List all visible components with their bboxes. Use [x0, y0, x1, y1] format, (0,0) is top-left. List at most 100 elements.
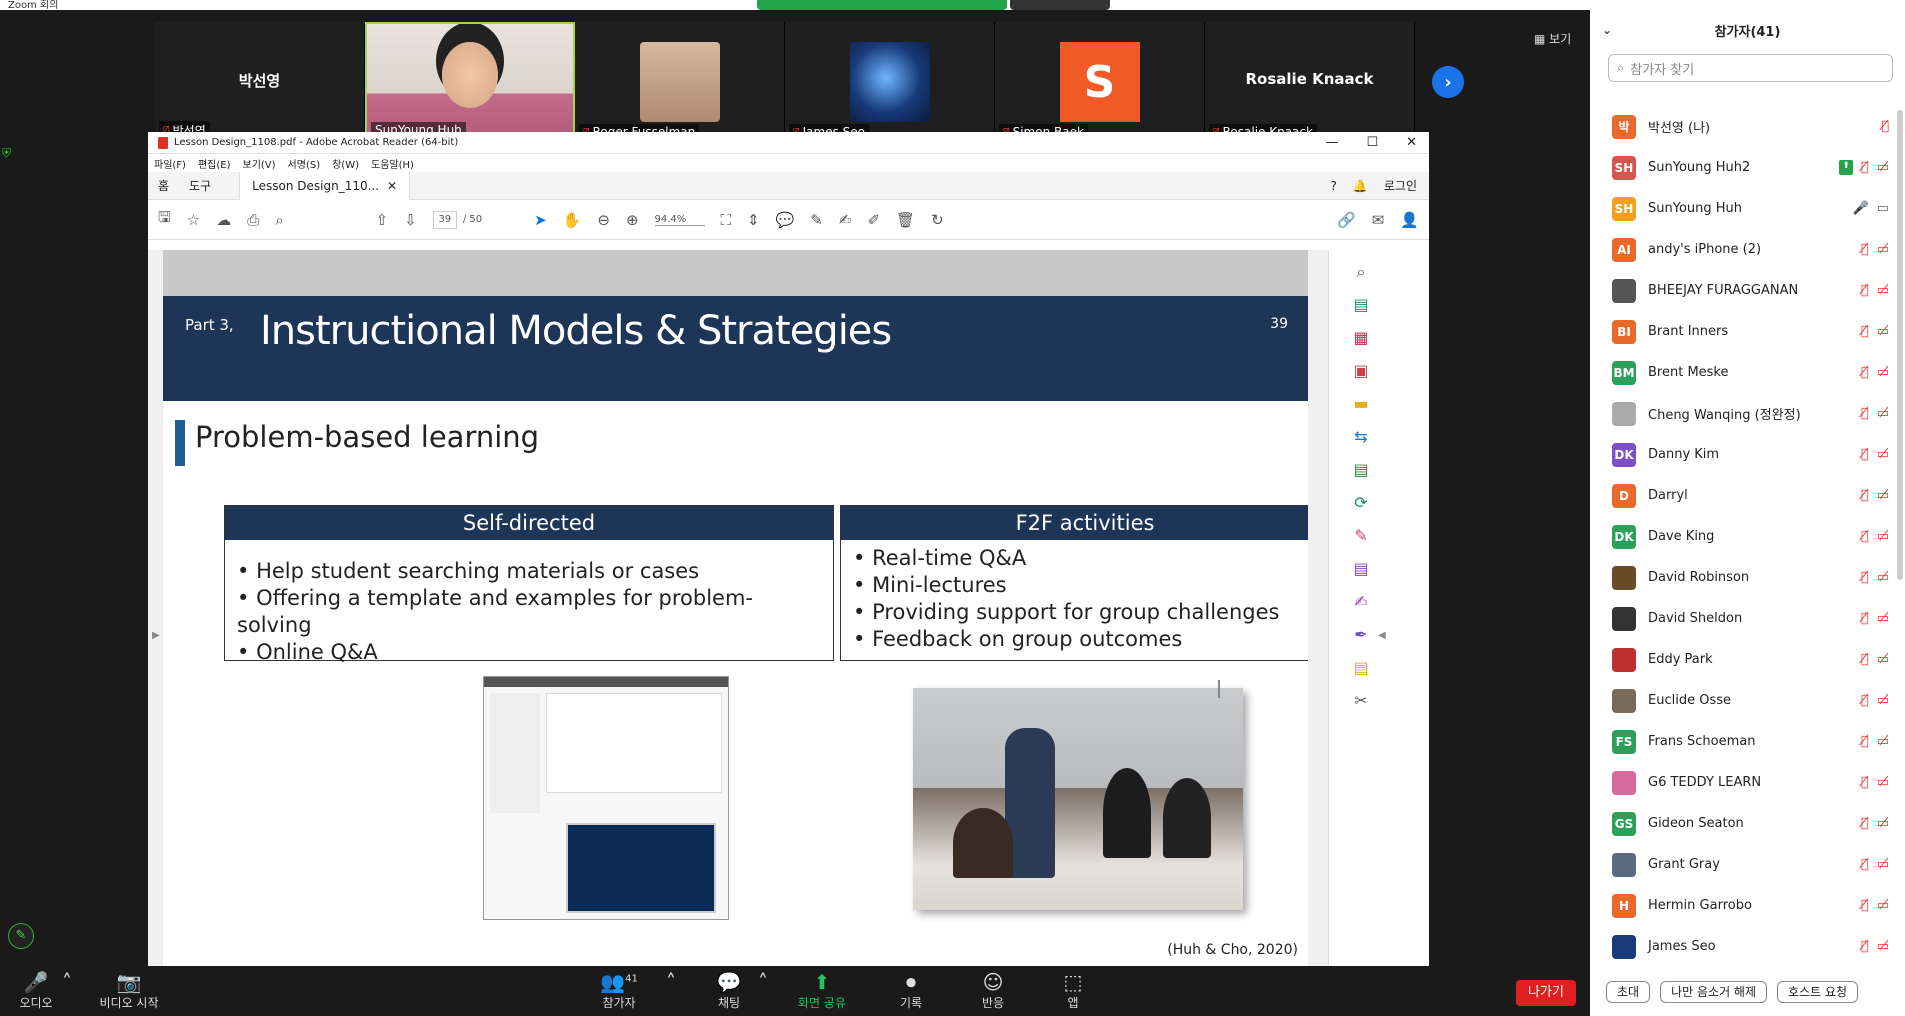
audio-button[interactable]: 🎤 오디오 [16, 970, 56, 1011]
minimize-icon[interactable]: — [1325, 135, 1338, 150]
video-tile[interactable]: Rosalie Knaack🎙̸Rosalie Knaack [1205, 22, 1415, 142]
comment-icon[interactable]: ▬ [1351, 394, 1371, 414]
notification-bell-icon[interactable]: 🔔 [1353, 179, 1368, 193]
menu-item[interactable]: 보기(V) [243, 156, 276, 171]
comment-icon[interactable]: 💬 [776, 211, 795, 229]
fill-sign-icon[interactable]: ✎ [1351, 526, 1371, 546]
collapse-left-icon[interactable]: ▶ [152, 630, 160, 641]
protect-icon[interactable]: ▤ [1351, 559, 1371, 579]
host-request-button[interactable]: 호스트 요청 [1777, 981, 1859, 1003]
encryption-shield-icon[interactable]: ⛨ [2, 146, 16, 160]
participants-button[interactable]: 👥41 참가자 [596, 970, 642, 1011]
view-button[interactable]: ▦ 보기 [1534, 30, 1571, 47]
zoom-in-icon[interactable]: ⊕ [626, 211, 639, 229]
participant-row[interactable]: 박 박선영 (나) 🎙̸ [1590, 106, 1905, 147]
participant-list-scrollbar[interactable] [1897, 110, 1903, 580]
chevron-down-icon[interactable]: ⌄ [1602, 23, 1612, 37]
menu-item[interactable]: 도움말(H) [371, 156, 414, 171]
menu-item[interactable]: 편집(E) [198, 156, 231, 171]
collapse-right-icon[interactable]: ◀ [1378, 630, 1386, 641]
tab-close-icon[interactable]: ✕ [387, 179, 397, 193]
organize-pages-icon[interactable]: ▦ [1351, 328, 1371, 348]
login-button[interactable]: 로그인 [1384, 177, 1417, 194]
participant-row[interactable]: Euclide Osse 🎙̸ ▭̸ [1590, 680, 1905, 721]
sign-icon[interactable]: ✍ [839, 211, 852, 229]
participant-row[interactable]: FS Frans Schoeman 🎙̸ ▭̸ [1590, 721, 1905, 762]
participant-row[interactable]: Eddy Park 🎙̸ ▭̸ [1590, 639, 1905, 680]
video-tile[interactable]: 🎙̸Roger Fusselman [575, 22, 785, 142]
zoom-level-select[interactable]: 94.4% [654, 214, 705, 226]
video-tile[interactable]: SunYoung Huh [365, 22, 575, 142]
participant-row[interactable]: SH SunYoung Huh 🎤 ▭ [1590, 188, 1905, 229]
next-page-button[interactable]: › [1432, 66, 1464, 98]
account-icon[interactable]: 👤 [1400, 211, 1419, 229]
reactions-button[interactable]: ☺ 반응 [978, 970, 1008, 1011]
convert-icon[interactable]: ⇆ [1351, 427, 1371, 447]
fit-page-icon[interactable]: ⛶ [721, 211, 732, 229]
chat-options-caret[interactable]: ˄ [756, 970, 770, 994]
send-review-icon[interactable]: ✒ [1351, 625, 1371, 645]
participant-row[interactable]: DK Dave King 🎙̸ ▭̸ [1590, 516, 1905, 557]
invite-button[interactable]: 초대 [1606, 981, 1651, 1003]
help-icon[interactable]: ? [1331, 179, 1337, 193]
video-tile[interactable]: 🎙̸James Seo [785, 22, 995, 142]
apps-button[interactable]: ⬚ 앱 [1058, 970, 1088, 1011]
share-screen-button[interactable]: ⬆ 화면 공유 [792, 970, 852, 1011]
scan-icon[interactable]: ▤ [1351, 460, 1371, 480]
maximize-icon[interactable]: ☐ [1366, 135, 1378, 150]
start-video-button[interactable]: 📷 비디오 시작 [94, 970, 164, 1011]
video-tile[interactable]: S🎙̸Simon Baek [995, 22, 1205, 142]
link-icon[interactable]: 🔗 [1337, 211, 1356, 229]
zoom-search-icon[interactable]: ⌕ [1351, 262, 1371, 282]
page-down-icon[interactable]: ⇩ [404, 211, 417, 229]
participant-row[interactable]: Cheng Wanqing (정완정) 🎙̸ ▭̸ [1590, 393, 1905, 434]
unmute-me-button[interactable]: 나만 음소거 해제 [1660, 981, 1768, 1003]
menu-item[interactable]: 창(W) [332, 156, 359, 171]
close-icon[interactable]: ✕ [1406, 135, 1417, 150]
request-sign-icon[interactable]: ✍ [1351, 592, 1371, 612]
audio-options-caret[interactable]: ˄ [60, 970, 74, 994]
participant-row[interactable]: DK Danny Kim 🎙̸ ▭̸ [1590, 434, 1905, 475]
create-pdf-icon[interactable]: ▣ [1351, 361, 1371, 381]
participant-search-input[interactable]: ⌕ 참가자 찾기 [1608, 54, 1893, 82]
cloud-upload-icon[interactable]: ☁ [216, 211, 231, 229]
leave-button[interactable]: 나가기 [1516, 980, 1576, 1006]
tab-document[interactable]: Lesson Design_110... ✕ [239, 171, 411, 200]
participant-row[interactable]: H Hermin Garrobo 🎙̸ ▭̸ [1590, 885, 1905, 926]
participant-row[interactable]: GS Gideon Seaton 🎙̸ ▭̸ [1590, 803, 1905, 844]
participant-row[interactable]: James Seo 🎙̸ ▭̸ [1590, 926, 1905, 967]
save-icon[interactable]: 🖫 [158, 207, 171, 232]
stamp-icon[interactable]: ▤ [1351, 658, 1371, 678]
tab-home[interactable]: 홈 [148, 177, 179, 194]
star-icon[interactable]: ☆ [187, 211, 200, 229]
participant-row[interactable]: BM Brent Meske 🎙̸ ▭̸ [1590, 352, 1905, 393]
participant-row[interactable]: David Robinson 🎙̸ ▭̸ [1590, 557, 1905, 598]
rotate-icon[interactable]: ↻ [931, 211, 944, 229]
select-arrow-icon[interactable]: ➤ [534, 211, 547, 229]
scroll-mode-icon[interactable]: ⇕ [747, 211, 760, 229]
participant-row[interactable]: Grant Gray 🎙̸ ▭̸ [1590, 844, 1905, 885]
edit-pdf-icon[interactable]: ⟳ [1351, 493, 1371, 513]
annotate-pencil-icon[interactable]: ✎ [8, 923, 34, 949]
delete-icon[interactable]: 🗑 [896, 211, 915, 229]
page-number-input[interactable]: 39 [432, 210, 457, 229]
highlight-pen-icon[interactable]: ✎ [810, 211, 823, 229]
participant-row[interactable]: G6 TEDDY LEARN 🎙̸ ▭̸ [1590, 762, 1905, 803]
menu-item[interactable]: 파일(F) [154, 156, 186, 171]
participant-row[interactable]: D Darryl 🎙̸ ▭̸ [1590, 475, 1905, 516]
participant-row[interactable]: AI andy's iPhone (2) 🎙̸ ▭̸ [1590, 229, 1905, 270]
participants-options-caret[interactable]: ˄ [664, 970, 678, 994]
video-tile[interactable]: 박선영 🎙̸ 박선영 [155, 22, 365, 142]
more-tools-icon[interactable]: ✂ [1351, 691, 1371, 711]
document-scroll-handle[interactable] [1218, 680, 1220, 698]
record-button[interactable]: ⏺ 기록 [896, 970, 926, 1011]
menu-item[interactable]: 서명(S) [288, 156, 321, 171]
search-icon[interactable]: ⌕ [275, 211, 283, 229]
share-options-button[interactable] [1010, 0, 1110, 10]
print-icon[interactable]: ⎙ [247, 211, 259, 229]
export-pdf-icon[interactable]: ▤ [1351, 295, 1371, 315]
chat-button[interactable]: 💬 채팅 [714, 970, 744, 1011]
participant-row[interactable]: David Sheldon 🎙̸ ▭̸ [1590, 598, 1905, 639]
page-up-icon[interactable]: ⇧ [376, 211, 389, 229]
tab-tools[interactable]: 도구 [179, 177, 221, 194]
